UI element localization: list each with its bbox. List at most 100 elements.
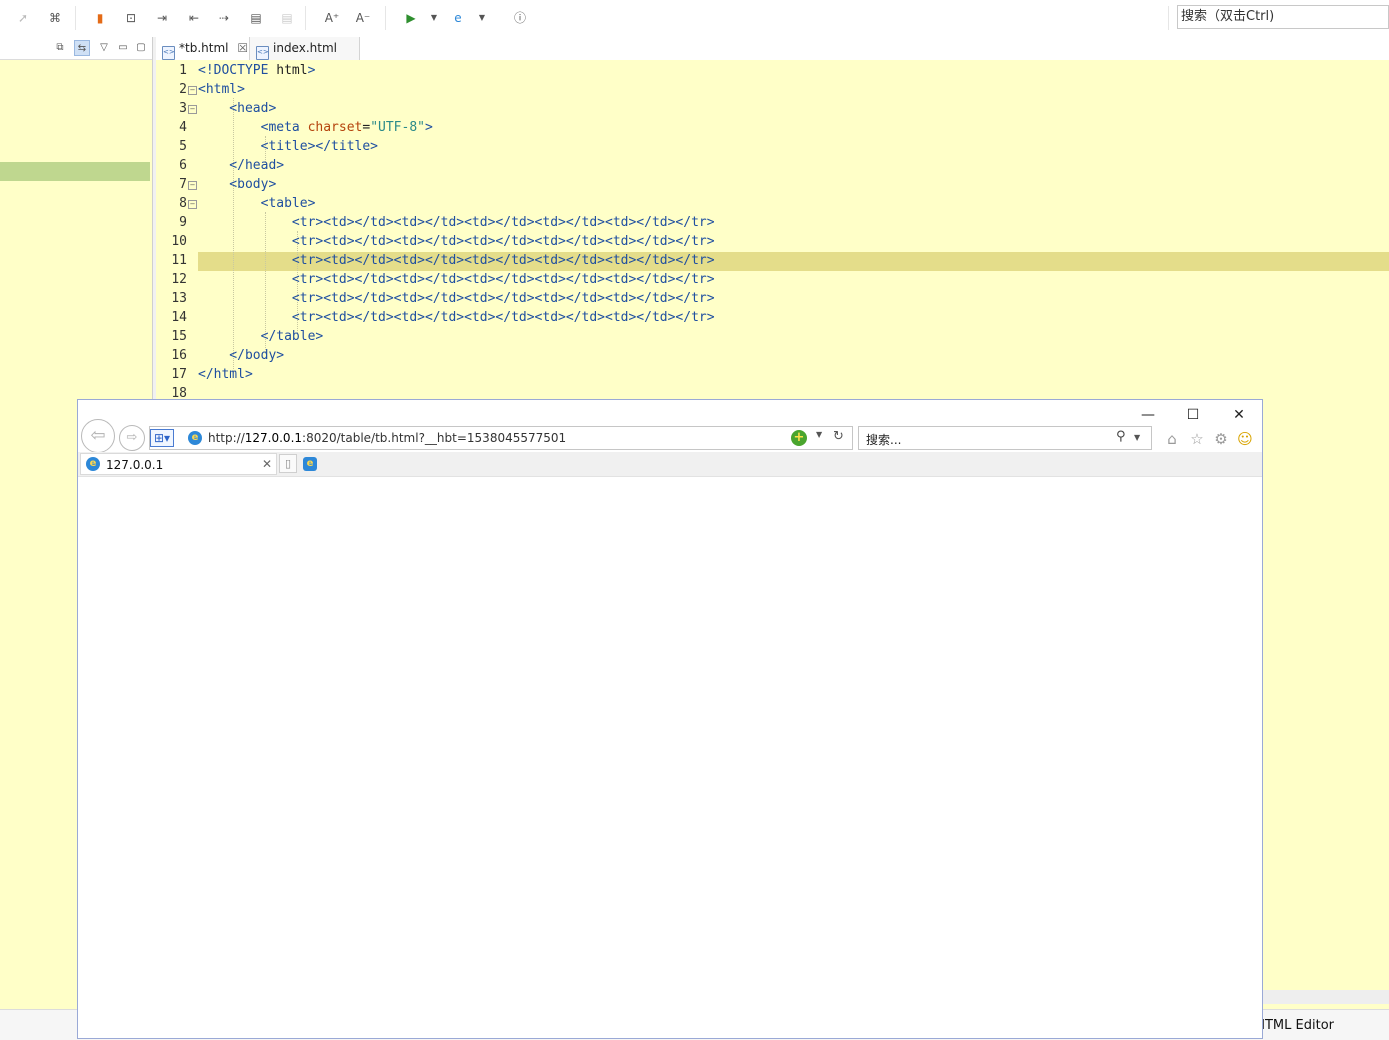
smiley-feedback-icon[interactable]: ☺	[1236, 430, 1254, 448]
code-line[interactable]: <table>	[198, 196, 316, 211]
code-line[interactable]: <html>	[198, 82, 245, 97]
search-icon[interactable]: ⚲	[1116, 429, 1126, 444]
indent-left-icon[interactable]: ⇤	[186, 10, 202, 26]
forward-arrow-icon[interactable]: ➚	[15, 10, 31, 26]
tab-label: index.html	[273, 41, 337, 55]
line-number: 6	[179, 158, 187, 173]
fold-toggle-icon[interactable]: −	[188, 105, 197, 114]
chevron-down-icon[interactable]: ▼	[816, 430, 822, 439]
html-file-icon: <>	[256, 46, 269, 60]
ie-icon: e	[86, 457, 100, 471]
chevron-down-icon[interactable]: ▼	[474, 10, 490, 26]
export-icon[interactable]: ⇥	[154, 10, 170, 26]
line-number: 7	[179, 177, 187, 192]
code-line[interactable]: <body>	[198, 177, 276, 192]
html-file-icon: <>	[162, 46, 175, 60]
code-token: <!DOCTYPE	[198, 63, 277, 78]
code-token: <meta	[198, 120, 308, 135]
code-line[interactable]: <tr><td></td><td></td><td></td><td></td>…	[198, 291, 715, 306]
fold-toggle-icon[interactable]: −	[188, 181, 197, 190]
view-menu-icon[interactable]: ▽	[96, 40, 112, 56]
code-token: <title></title>	[198, 139, 379, 154]
code-line[interactable]: </html>	[198, 367, 253, 382]
settings-gear-icon[interactable]: ⚙	[1212, 430, 1230, 448]
line-number: 2	[179, 82, 187, 97]
tab-tb-html[interactable]: <> *tb.html ☒	[156, 37, 250, 60]
fold-toggle-icon[interactable]: −	[188, 86, 197, 95]
history-icon[interactable]: ⌘	[47, 10, 63, 26]
close-tab-icon[interactable]: ✕	[262, 457, 272, 471]
code-line[interactable]: <tr><td></td><td></td><td></td><td></td>…	[198, 234, 715, 249]
font-decrease-icon[interactable]: A⁻	[355, 10, 371, 26]
line-number: 10	[171, 234, 187, 249]
code-line[interactable]: <title></title>	[198, 139, 378, 154]
code-token: >	[307, 63, 316, 78]
maximize-icon[interactable]: ▢	[133, 40, 149, 56]
selected-tree-item[interactable]	[0, 162, 150, 181]
minimize-icon[interactable]: ▭	[115, 40, 131, 56]
chevron-down-icon[interactable]: ▼	[1134, 433, 1140, 442]
indent-right-icon[interactable]: ⇢	[216, 10, 232, 26]
main-toolbar: ➚ ⌘ ▮ ⊡ ⇥ ⇤ ⇢ ▤ ▤ A⁺ A⁻ ▶ ▼ e ▼ ⓘ 搜索（双击C…	[0, 0, 1389, 38]
code-line[interactable]: <meta charset="UTF-8">	[198, 120, 433, 135]
search-placeholder: 搜索...	[866, 433, 902, 447]
code-line[interactable]: <tr><td></td><td></td><td></td><td></td>…	[198, 310, 715, 325]
add-on-icon[interactable]: +	[791, 430, 807, 446]
code-line[interactable]: <tr><td></td><td></td><td></td><td></td>…	[198, 272, 715, 287]
code-token: >	[425, 120, 433, 135]
toolbar-divider	[1168, 6, 1169, 30]
back-icon[interactable]: ⇦	[81, 419, 115, 453]
minimize-button[interactable]: —	[1134, 404, 1162, 426]
browser-icon[interactable]: e	[450, 10, 466, 26]
disabled-icon: ▤	[281, 11, 293, 25]
browser-tab-row: e 127.0.0.1 ✕ ▯ e	[78, 452, 1262, 477]
code-editor[interactable]: 1 2 3 4 5 6 7 8 9 10 11 12 13 14 15 16 17 18− − − − <!DOCTYP…	[156, 60, 1389, 401]
forward-icon[interactable]: ⇨	[119, 425, 145, 451]
new-tab-icon[interactable]: ▯	[279, 454, 297, 473]
editor-mode-label: HTML Editor	[1255, 1018, 1334, 1033]
ie-quick-tab-icon[interactable]: e	[303, 457, 317, 471]
code-line[interactable]: <tr><td></td><td></td><td></td><td></td>…	[198, 215, 715, 230]
url-host: 127.0.0.1	[244, 431, 303, 445]
code-line[interactable]: <tr><td></td><td></td><td></td><td></td>…	[198, 253, 715, 268]
code-line[interactable]: </table>	[198, 329, 324, 344]
tab-index-html[interactable]: <> index.html	[250, 37, 360, 60]
comment-icon[interactable]: ▤	[248, 10, 264, 26]
code-line[interactable]: <head>	[198, 101, 276, 116]
browser-content-area[interactable]	[78, 477, 1262, 1038]
browser-search-input[interactable]: 搜索... ⚲ ▼	[858, 426, 1152, 450]
code-token: <table>	[198, 196, 316, 211]
bookmark-icon[interactable]: ▮	[92, 10, 108, 26]
horizontal-scrollbar[interactable]	[1262, 990, 1389, 1004]
info-icon[interactable]: ⓘ	[512, 10, 528, 26]
new-file-icon[interactable]: ⊡	[123, 10, 139, 26]
close-icon[interactable]: ☒	[237, 41, 248, 55]
chevron-down-icon[interactable]: ▼	[426, 10, 442, 26]
url-text[interactable]: http://127.0.0.1:8020/table/tb.html?__hb…	[208, 431, 566, 445]
collapse-all-icon[interactable]: ⧉	[52, 40, 68, 56]
code-token: <html>	[198, 82, 245, 97]
ide-search-input[interactable]: 搜索（双击Ctrl)	[1177, 5, 1389, 29]
link-editor-icon[interactable]: ⇆	[74, 40, 90, 56]
code-line[interactable]: </head>	[198, 158, 284, 173]
code-line[interactable]: <!DOCTYPE html>	[198, 63, 315, 78]
maximize-button[interactable]: ☐	[1179, 404, 1207, 426]
close-button[interactable]: ✕	[1225, 404, 1253, 426]
run-icon[interactable]: ▶	[403, 10, 419, 26]
ie-icon: e	[188, 431, 202, 445]
tab-label: *tb.html	[179, 41, 229, 55]
line-number: 9	[179, 215, 187, 230]
refresh-icon[interactable]: ↻	[833, 429, 844, 444]
ie-browser-window[interactable]: — ☐ ✕ ⇦ ⇨ ⊞▾ e http://127.0.0.1:8020/tab…	[77, 399, 1263, 1039]
favorites-star-icon[interactable]: ☆	[1188, 430, 1206, 448]
browser-tab[interactable]: e 127.0.0.1 ✕	[80, 453, 277, 475]
code-line[interactable]: </body>	[198, 348, 284, 363]
home-icon[interactable]: ⌂	[1163, 430, 1181, 448]
code-token: <tr><td></td><td></td><td></td><td></td>…	[198, 272, 715, 287]
fold-toggle-icon[interactable]: −	[188, 200, 197, 209]
code-token: <tr><td></td><td></td><td></td><td></td>…	[198, 253, 715, 268]
address-bar[interactable]: ⊞▾ e http://127.0.0.1:8020/table/tb.html…	[149, 426, 853, 450]
font-increase-icon[interactable]: A⁺	[324, 10, 340, 26]
compat-view-icon[interactable]: ⊞▾	[150, 429, 174, 447]
code-token: </html>	[198, 367, 253, 382]
